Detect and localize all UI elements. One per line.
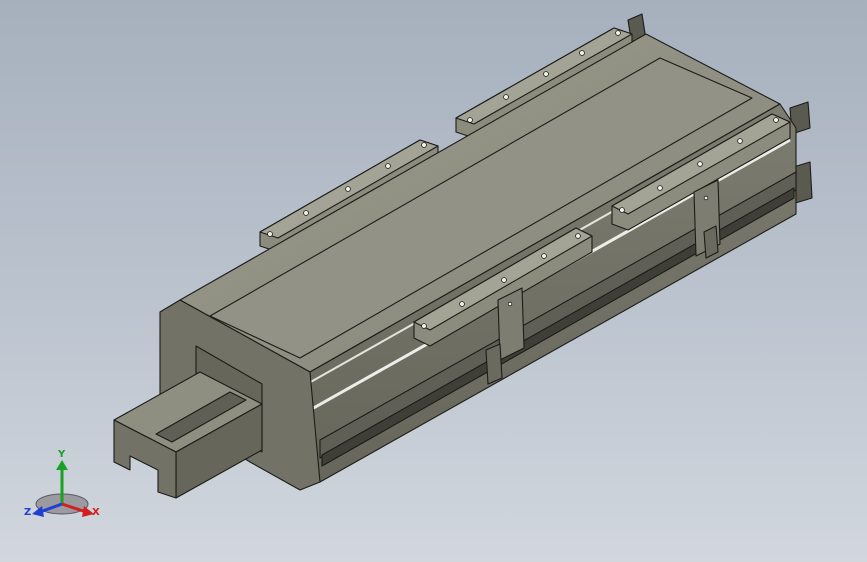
sensor-bracket-2b	[703, 225, 719, 259]
coordinate-triad: Y X Z	[24, 449, 100, 518]
sensor-bracket-1b	[485, 343, 503, 385]
linear-actuator-model[interactable]	[0, 0, 867, 562]
x-axis-label: X	[92, 507, 100, 518]
sensor-bracket-1	[497, 287, 525, 361]
y-axis-arrow	[56, 460, 68, 470]
y-axis-label: Y	[57, 449, 66, 460]
cad-viewport[interactable]: Y X Z	[0, 0, 867, 562]
z-axis-label: Z	[24, 507, 31, 518]
